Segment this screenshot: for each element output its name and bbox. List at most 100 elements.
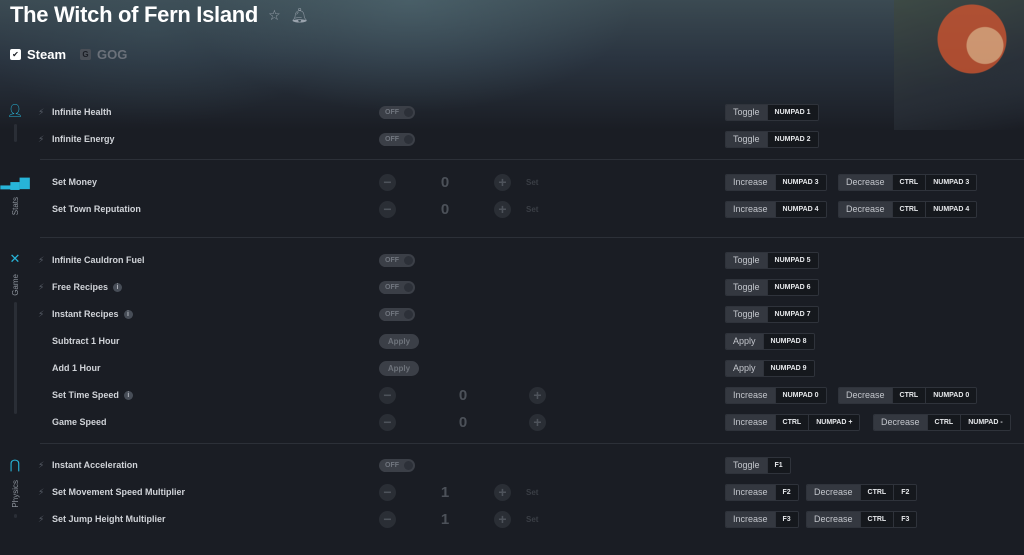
stepper-value[interactable]: 0 (448, 387, 478, 404)
stepper-value[interactable]: 0 (430, 174, 460, 191)
cheat-label: Infinite Cauldron Fuel (52, 255, 145, 265)
hotkey-toggle[interactable]: Toggle NUMPAD 7 (725, 305, 819, 323)
star-icon[interactable]: ☆ (268, 7, 281, 24)
hotkey-key: NUMPAD 4 (774, 201, 826, 217)
info-icon[interactable]: i (113, 282, 123, 292)
hotkey-modifier: CTRL (891, 174, 926, 190)
platform-steam[interactable]: ✔ Steam (10, 47, 66, 62)
bolt-icon: ⚡ (38, 513, 45, 524)
hotkey-key: NUMPAD 7 (766, 306, 818, 322)
cheat-label: Infinite Energy (52, 134, 115, 144)
stepper-set-button[interactable]: Set (526, 515, 538, 524)
stepper-value[interactable]: 0 (448, 414, 478, 431)
stepper-value[interactable]: 1 (430, 484, 460, 501)
hotkey-action: Decrease (839, 174, 892, 190)
apply-button[interactable]: Apply (379, 333, 419, 349)
hotkey-increase[interactable]: Increase CTRL NUMPAD + (725, 413, 861, 431)
hotkey-increase[interactable]: Increase NUMPAD 0 (725, 386, 827, 404)
cheat-row-free-recipes: ⚡ Free Recipes i OFF Toggle NUMPAD 6 (38, 277, 1024, 297)
info-icon[interactable]: i (123, 390, 133, 400)
bolt-icon: ⚡ (38, 106, 45, 117)
category-scroll-indicator (13, 301, 17, 414)
stepper-increase-button[interactable]: + (494, 173, 511, 191)
hotkey-action: Decrease (807, 511, 860, 527)
hotkey-decrease[interactable]: Decrease CTRL NUMPAD 3 (838, 173, 978, 191)
hotkey-action: Apply (726, 333, 763, 349)
info-icon[interactable]: i (123, 309, 133, 319)
bolt-icon: ⚡ (38, 281, 45, 292)
bell-icon[interactable]: 🔔︎ (291, 7, 309, 24)
hotkey-increase[interactable]: Increase F2 (725, 483, 799, 501)
stepper-increase-button[interactable]: + (529, 413, 546, 431)
stepper-increase-button[interactable]: + (494, 200, 511, 218)
hotkey-decrease[interactable]: Decrease CTRL NUMPAD 4 (838, 200, 978, 218)
cheat-label: Game Speed (52, 417, 107, 427)
stepper-increase-button[interactable]: + (529, 386, 546, 404)
category-player[interactable]: 👤︎ (6, 104, 24, 142)
stepper-decrease-button[interactable]: − (379, 483, 396, 501)
hotkey-action: Toggle (726, 131, 767, 147)
hotkey-increase[interactable]: Increase F3 (725, 510, 799, 528)
cheat-toggle[interactable]: OFF (379, 280, 415, 294)
cheat-row-instant-recipes: ⚡ Instant Recipes i OFF Toggle NUMPAD 7 (38, 304, 1024, 324)
stepper-increase-button[interactable]: + (494, 483, 511, 501)
cheat-toggle[interactable]: OFF (379, 458, 415, 472)
stepper-set-button[interactable]: Set (526, 205, 538, 214)
cheat-toggle[interactable]: OFF (379, 105, 415, 119)
category-physics[interactable]: ⋂ Physics (6, 458, 24, 518)
hotkey-action: Toggle (726, 104, 767, 120)
stepper-increase-button[interactable]: + (494, 510, 511, 528)
hotkey-key: F1 (766, 457, 790, 473)
hotkey-decrease[interactable]: Decrease CTRL F3 (806, 510, 918, 528)
cheat-row-infinite-energy: ⚡ Infinite Energy OFF Toggle NUMPAD 2 (38, 129, 1024, 149)
hotkey-increase[interactable]: Increase NUMPAD 3 (725, 173, 827, 191)
stepper-decrease-button[interactable]: − (379, 173, 396, 191)
hotkey-modifier: CTRL (891, 201, 926, 217)
hotkey-decrease[interactable]: Decrease CTRL F2 (806, 483, 918, 501)
category-stats[interactable]: ▂▄▆ Stats (0, 175, 29, 216)
category-scroll-indicator (13, 513, 17, 518)
stepper-value[interactable]: 1 (430, 511, 460, 528)
hotkey-toggle[interactable]: Toggle NUMPAD 2 (725, 130, 819, 148)
stepper-set-button[interactable]: Set (526, 488, 538, 497)
hotkey-toggle[interactable]: Toggle NUMPAD 6 (725, 278, 819, 296)
crossed-tools-icon: ✕ (9, 251, 21, 266)
stepper-decrease-button[interactable]: − (379, 200, 396, 218)
stepper-decrease-button[interactable]: − (379, 386, 396, 404)
hotkey-decrease[interactable]: Decrease CTRL NUMPAD 0 (838, 386, 978, 404)
stepper-decrease-button[interactable]: − (379, 413, 396, 431)
cheat-label: Set Movement Speed Multiplier (52, 487, 186, 497)
cheat-toggle[interactable]: OFF (379, 253, 415, 267)
platform-gog[interactable]: G GOG (80, 47, 127, 62)
cheat-label: Set Time Speed (52, 390, 119, 400)
hotkey-decrease[interactable]: Decrease CTRL NUMPAD - (873, 413, 1011, 431)
bolt-icon: ⚡ (38, 308, 45, 319)
hotkey-key: NUMPAD 0 (925, 387, 977, 403)
category-label: Physics (10, 480, 20, 508)
gog-icon: G (80, 49, 92, 60)
hotkey-apply[interactable]: Apply NUMPAD 8 (725, 332, 815, 350)
stepper-set-button[interactable]: Set (526, 178, 538, 187)
cheat-label: Set Town Reputation (52, 204, 141, 214)
hotkey-toggle[interactable]: Toggle F1 (725, 456, 791, 474)
hotkey-key: NUMPAD 3 (774, 174, 826, 190)
bolt-icon: ⚡ (38, 254, 45, 265)
apply-button[interactable]: Apply (379, 360, 419, 376)
stepper-decrease-button[interactable]: − (379, 510, 396, 528)
hotkey-apply[interactable]: Apply NUMPAD 9 (725, 359, 815, 377)
hotkey-increase[interactable]: Increase NUMPAD 4 (725, 200, 827, 218)
stepper-value[interactable]: 0 (430, 201, 460, 218)
category-scroll-indicator (13, 124, 17, 142)
hotkey-toggle[interactable]: Toggle NUMPAD 5 (725, 251, 819, 269)
category-game[interactable]: ✕ Game (6, 252, 24, 414)
hotkey-modifier: CTRL (859, 484, 894, 500)
cheat-toggle[interactable]: OFF (379, 132, 415, 146)
cheat-label: Instant Recipes (52, 309, 119, 319)
hotkey-key: NUMPAD 9 (762, 360, 814, 376)
cheat-toggle[interactable]: OFF (379, 307, 415, 321)
cheat-label: Free Recipes (52, 282, 109, 292)
bar-chart-icon: ▂▄▆ (0, 174, 30, 189)
hotkey-toggle[interactable]: Toggle NUMPAD 1 (725, 103, 819, 121)
cheat-label-wrap: Instant Recipes i (52, 309, 133, 319)
hotkey-action: Increase (726, 511, 775, 527)
